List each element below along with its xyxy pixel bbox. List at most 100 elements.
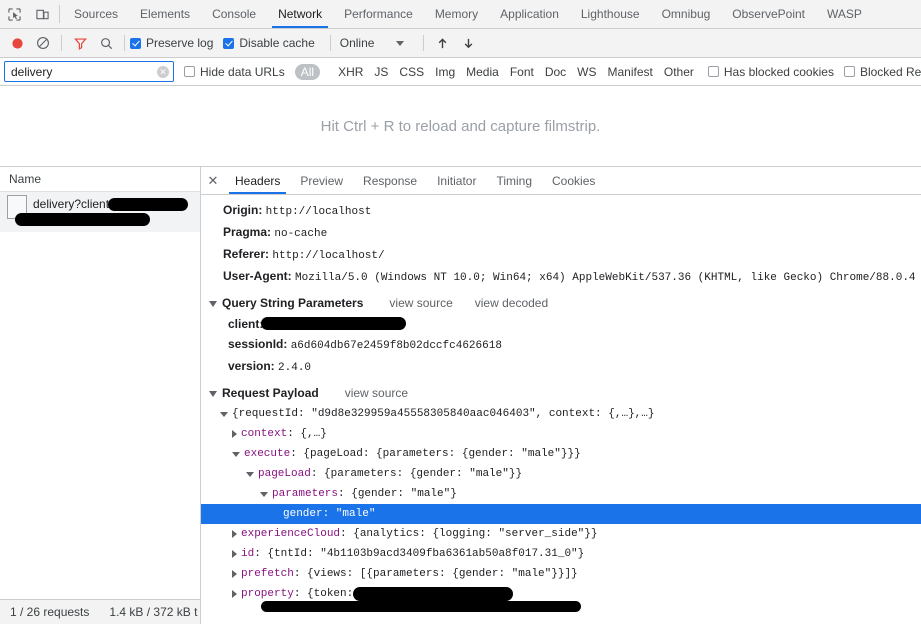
redaction-bar (261, 601, 581, 612)
filter-type-xhr[interactable]: XHR (333, 64, 368, 80)
header-key: Origin: (223, 203, 263, 217)
tab-omnibug[interactable]: Omnibug (651, 0, 722, 28)
filter-type-font[interactable]: Font (505, 64, 539, 80)
tree-node-value: : {pageLoad: {parameters: {gender: "male… (290, 448, 581, 460)
tab-cookies[interactable]: Cookies (542, 167, 605, 194)
payload-tree: {requestId: "d9d8e329959a45558305840aac0… (201, 404, 921, 613)
tab-wasp[interactable]: WASP (816, 0, 873, 28)
detail-tab-bar: ✕ Headers Preview Response Initiator Tim… (201, 167, 921, 195)
tab-label: Elements (140, 7, 191, 21)
filter-type-media[interactable]: Media (461, 64, 504, 80)
tab-label: Memory (434, 7, 479, 21)
tab-console[interactable]: Console (201, 0, 267, 28)
request-payload-section-header[interactable]: Request Payload view source (201, 383, 921, 404)
chevron-right-icon[interactable] (232, 590, 237, 598)
tree-node-root[interactable]: {requestId: "d9d8e329959a45558305840aac0… (201, 404, 921, 424)
clear-icon[interactable] (30, 30, 56, 56)
detail-tab-label: Response (363, 173, 418, 188)
tree-node-gender-selected[interactable]: gender : "male" (201, 504, 921, 524)
filmstrip-panel: Hit Ctrl + R to reload and capture films… (0, 86, 921, 167)
chevron-right-icon[interactable] (232, 570, 237, 578)
list-item[interactable]: delivery?client (0, 192, 200, 232)
view-source-link[interactable]: view source (389, 293, 452, 314)
preserve-log-checkbox[interactable]: Preserve log (130, 36, 213, 50)
header-row-referer: Referer: http://localhost/ (201, 244, 921, 266)
chevron-down-icon[interactable] (220, 411, 228, 417)
chevron-right-icon[interactable] (232, 530, 237, 538)
tree-node-id[interactable]: id : {tntId: "4b1103b9acd3409fba6361ab50… (201, 544, 921, 564)
filter-type-img[interactable]: Img (430, 64, 460, 80)
query-string-section-header[interactable]: Query String Parameters view source view… (201, 293, 921, 314)
filter-type-css[interactable]: CSS (394, 64, 429, 80)
tab-label: Performance (344, 7, 413, 21)
chevron-down-icon[interactable] (260, 491, 268, 497)
toolbar-divider (423, 35, 425, 51)
inspect-element-icon[interactable] (0, 0, 28, 28)
tab-elements[interactable]: Elements (129, 0, 201, 28)
throttling-select-value[interactable]: Online (336, 36, 379, 50)
tab-headers[interactable]: Headers (225, 167, 290, 194)
filter-type-ws[interactable]: WS (572, 64, 601, 80)
view-decoded-link[interactable]: view decoded (475, 293, 548, 314)
hide-data-urls-checkbox[interactable]: Hide data URLs (184, 65, 285, 79)
tab-lighthouse[interactable]: Lighthouse (570, 0, 651, 28)
filter-funnel-icon[interactable] (67, 30, 93, 56)
section-title: Query String Parameters (222, 296, 364, 310)
column-header-name[interactable]: Name (0, 167, 200, 192)
chevron-down-icon[interactable] (246, 471, 254, 477)
search-icon[interactable] (93, 30, 119, 56)
chevron-down-icon (209, 390, 217, 397)
close-icon[interactable]: ✕ (201, 167, 225, 194)
tree-node-key: prefetch (241, 568, 294, 580)
tree-node-context[interactable]: context : {,…} (201, 424, 921, 444)
tab-preview[interactable]: Preview (290, 167, 353, 194)
tree-node-key: parameters (272, 488, 339, 500)
checkbox-box (223, 37, 235, 49)
chevron-down-icon[interactable] (232, 451, 240, 457)
param-key: sessionId: (228, 337, 288, 351)
tab-sources[interactable]: Sources (63, 0, 129, 28)
redaction-bar (15, 213, 150, 227)
export-har-icon[interactable] (455, 30, 481, 56)
view-source-link[interactable]: view source (345, 383, 408, 404)
toolbar-divider (329, 35, 331, 51)
tree-node-value: : {,…} (287, 428, 327, 440)
filter-input[interactable] (9, 63, 157, 80)
disable-cache-checkbox[interactable]: Disable cache (223, 36, 315, 50)
filter-type-js[interactable]: JS (369, 64, 393, 80)
tree-node-parameters[interactable]: parameters : {gender: "male"} (201, 484, 921, 504)
checkbox-box (843, 66, 855, 77)
filter-type-other[interactable]: Other (659, 64, 699, 80)
tab-initiator[interactable]: Initiator (427, 167, 486, 194)
header-row-origin: Origin: http://localhost (201, 200, 921, 222)
header-value: no-cache (274, 228, 328, 240)
filter-type-all[interactable]: All (294, 63, 321, 80)
tab-timing[interactable]: Timing (486, 167, 542, 194)
blocked-requests-checkbox[interactable]: Blocked Requests (843, 65, 921, 79)
filter-input-wrapper[interactable]: ✕ (4, 61, 174, 82)
tree-node-prefetch[interactable]: prefetch : {views: [{parameters: {gender… (201, 564, 921, 584)
chevron-right-icon[interactable] (232, 430, 237, 438)
redaction-bar (261, 317, 407, 330)
tree-node-pageload[interactable]: pageLoad : {parameters: {gender: "male"}… (201, 464, 921, 484)
has-blocked-cookies-checkbox[interactable]: Has blocked cookies (707, 65, 834, 79)
clear-filter-icon[interactable]: ✕ (157, 65, 169, 78)
tab-response[interactable]: Response (353, 167, 427, 194)
import-har-icon[interactable] (429, 30, 455, 56)
tab-observepoint[interactable]: ObservePoint (721, 0, 816, 28)
tab-memory[interactable]: Memory (424, 0, 489, 28)
section-title: Request Payload (222, 386, 319, 400)
detail-tab-label: Initiator (437, 173, 477, 188)
record-icon[interactable] (4, 30, 30, 56)
tree-node-execute[interactable]: execute : {pageLoad: {parameters: {gende… (201, 444, 921, 464)
tab-network[interactable]: Network (267, 0, 333, 28)
filter-type-manifest[interactable]: Manifest (603, 64, 658, 80)
chevron-right-icon[interactable] (232, 550, 237, 558)
tab-performance[interactable]: Performance (333, 0, 424, 28)
filter-type-doc[interactable]: Doc (540, 64, 571, 80)
param-key: version: (228, 359, 275, 373)
tab-application[interactable]: Application (489, 0, 570, 28)
tree-node-experiencecloud[interactable]: experienceCloud : {analytics: {logging: … (201, 524, 921, 544)
chevron-down-icon[interactable] (396, 40, 405, 46)
device-toolbar-icon[interactable] (28, 0, 56, 28)
